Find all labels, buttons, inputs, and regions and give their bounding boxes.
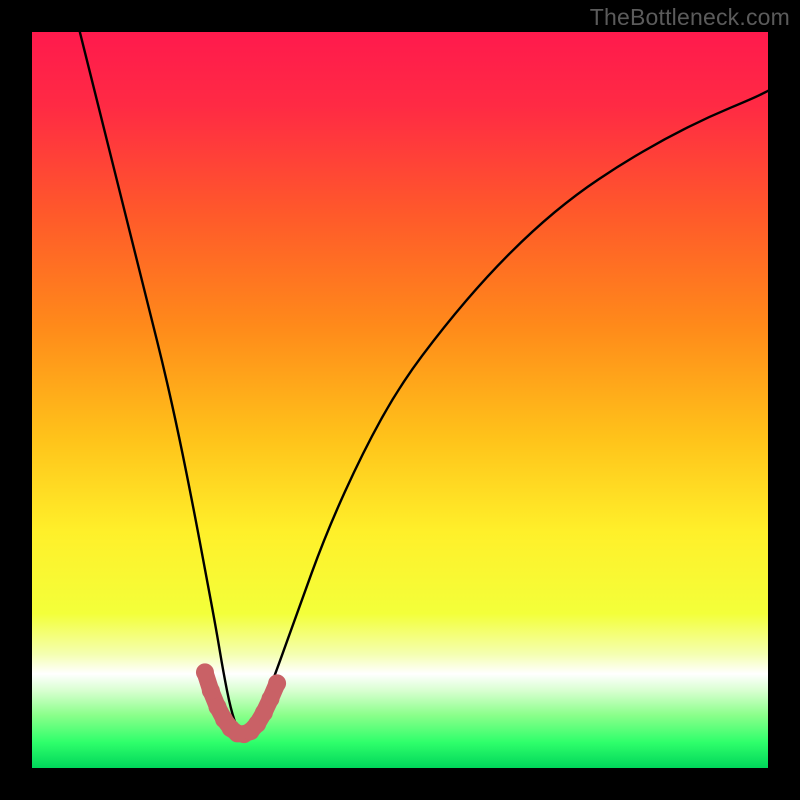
outer-frame: TheBottleneck.com [0, 0, 800, 800]
chart-svg [32, 32, 768, 768]
min-marker-dot [196, 663, 214, 681]
min-marker-dot [202, 682, 220, 700]
min-marker-dot [261, 690, 279, 708]
min-marker-dot [268, 674, 286, 692]
plot-area [32, 32, 768, 768]
watermark-text: TheBottleneck.com [590, 4, 790, 31]
